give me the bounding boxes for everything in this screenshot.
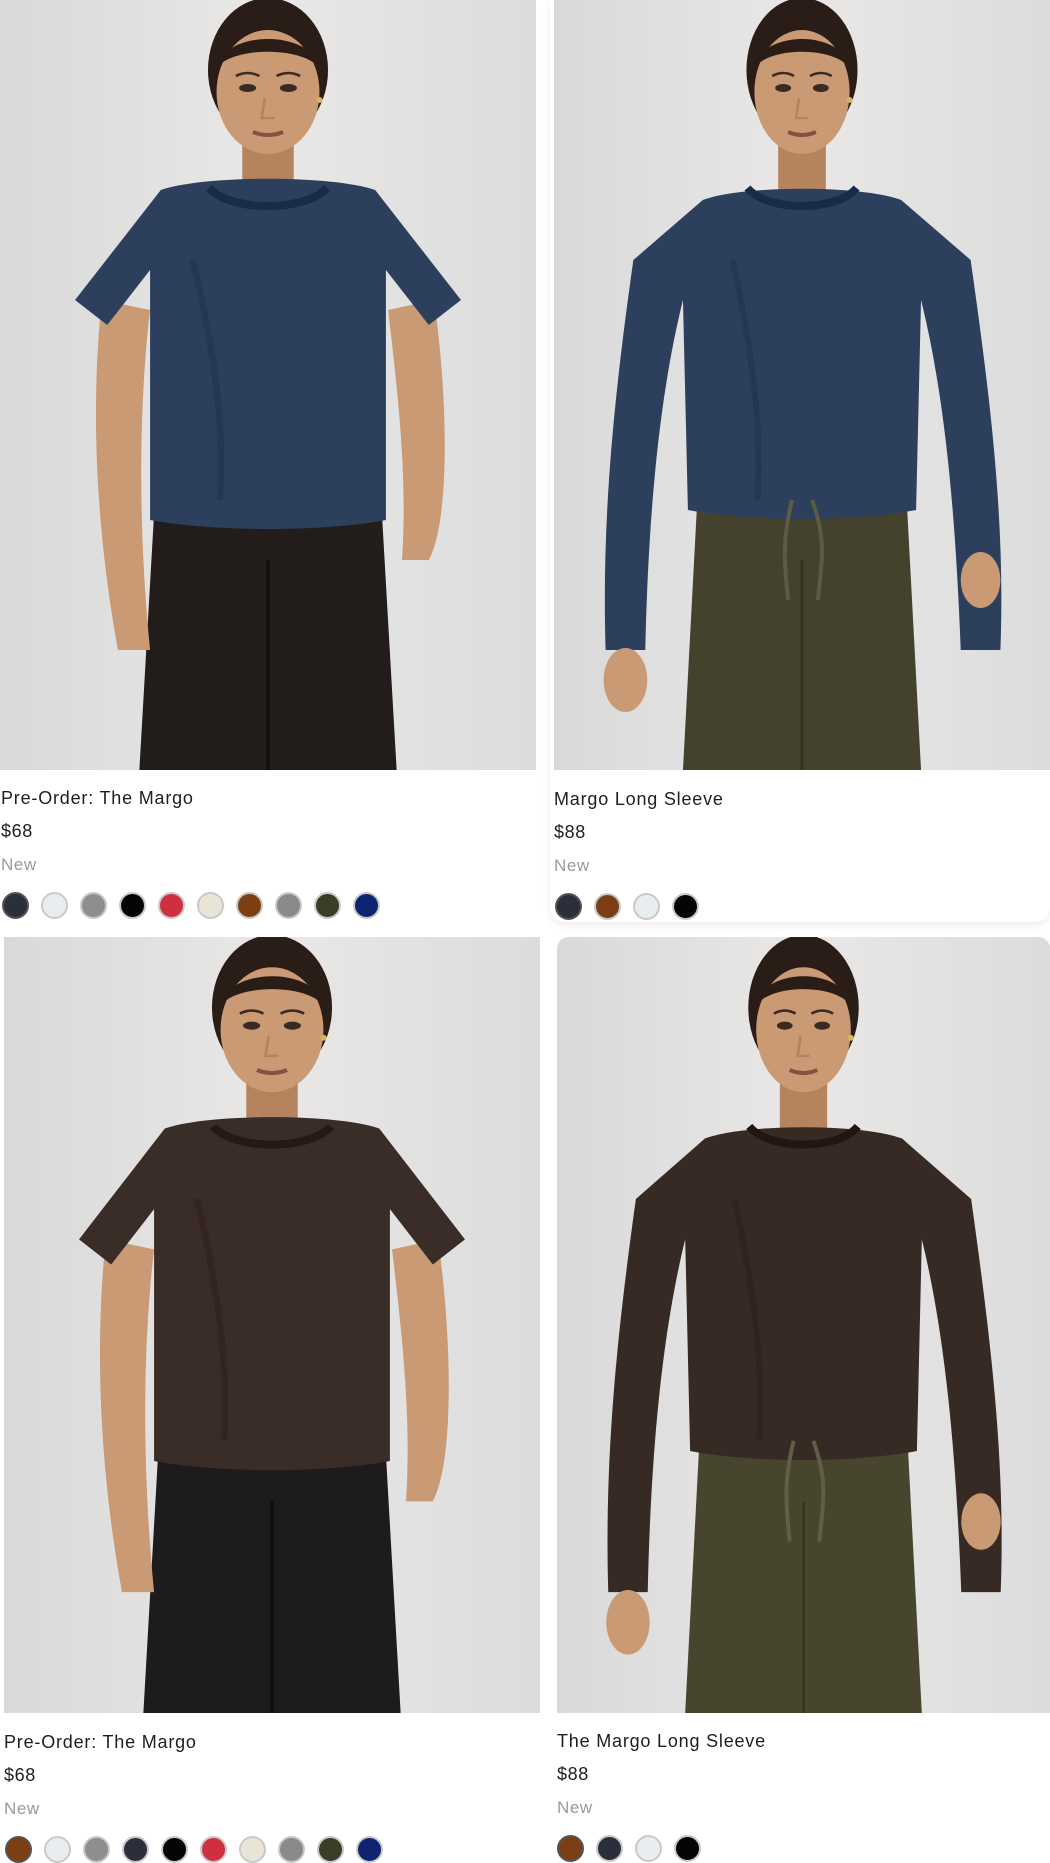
product-price: $88 xyxy=(557,1764,589,1784)
swatch-brown[interactable] xyxy=(5,1836,32,1863)
swatch-cream[interactable] xyxy=(239,1836,266,1863)
swatch-grey[interactable] xyxy=(275,892,302,919)
swatch-red[interactable] xyxy=(200,1836,227,1863)
swatch-red[interactable] xyxy=(158,892,185,919)
product-card[interactable]: Margo Long Sleeve $88 New xyxy=(550,0,1050,922)
swatch-royal-blue[interactable] xyxy=(356,1836,383,1863)
swatch-heather-grey[interactable] xyxy=(80,892,107,919)
product-name[interactable]: Pre-Order: The Margo xyxy=(4,1732,197,1753)
swatch-black[interactable] xyxy=(672,893,699,920)
swatch-heather-grey[interactable] xyxy=(83,1836,110,1863)
swatch-navy[interactable] xyxy=(596,1835,623,1862)
model-illustration xyxy=(557,937,1050,1713)
model-illustration xyxy=(4,937,540,1713)
color-swatches xyxy=(5,1836,383,1863)
new-badge: New xyxy=(1,855,37,874)
swatch-olive[interactable] xyxy=(314,892,341,919)
product-price: $68 xyxy=(1,821,33,841)
swatch-light-blue[interactable] xyxy=(41,892,68,919)
swatch-light-blue[interactable] xyxy=(44,1836,71,1863)
swatch-grey[interactable] xyxy=(278,1836,305,1863)
swatch-navy[interactable] xyxy=(122,1836,149,1863)
product-name[interactable]: The Margo Long Sleeve xyxy=(557,1731,766,1752)
swatch-royal-blue[interactable] xyxy=(353,892,380,919)
swatch-brown[interactable] xyxy=(594,893,621,920)
swatch-black[interactable] xyxy=(161,1836,188,1863)
product-card[interactable]: Pre-Order: The Margo $68 New xyxy=(0,0,536,922)
swatch-olive[interactable] xyxy=(317,1836,344,1863)
model-illustration xyxy=(0,0,536,770)
swatch-black[interactable] xyxy=(119,892,146,919)
product-name[interactable]: Pre-Order: The Margo xyxy=(1,788,194,809)
product-image[interactable] xyxy=(4,937,540,1713)
new-badge: New xyxy=(554,856,590,875)
color-swatches xyxy=(555,893,699,920)
swatch-light-blue[interactable] xyxy=(633,893,660,920)
product-card[interactable]: The Margo Long Sleeve $88 New xyxy=(557,937,1050,1862)
product-card[interactable]: Pre-Order: The Margo $68 New xyxy=(0,937,544,1863)
model-illustration xyxy=(554,0,1050,770)
product-price: $88 xyxy=(554,822,586,842)
swatch-brown[interactable] xyxy=(236,892,263,919)
swatch-light-blue[interactable] xyxy=(635,1835,662,1862)
swatch-brown[interactable] xyxy=(557,1835,584,1862)
swatch-black[interactable] xyxy=(674,1835,701,1862)
new-badge: New xyxy=(557,1798,593,1817)
swatch-navy[interactable] xyxy=(2,892,29,919)
product-name[interactable]: Margo Long Sleeve xyxy=(554,789,724,810)
color-swatches xyxy=(2,892,380,919)
swatch-navy[interactable] xyxy=(555,893,582,920)
product-image[interactable] xyxy=(557,937,1050,1713)
product-image[interactable] xyxy=(0,0,536,770)
swatch-cream[interactable] xyxy=(197,892,224,919)
product-image[interactable] xyxy=(554,0,1050,770)
new-badge: New xyxy=(4,1799,40,1818)
color-swatches xyxy=(557,1835,701,1862)
product-price: $68 xyxy=(4,1765,36,1785)
